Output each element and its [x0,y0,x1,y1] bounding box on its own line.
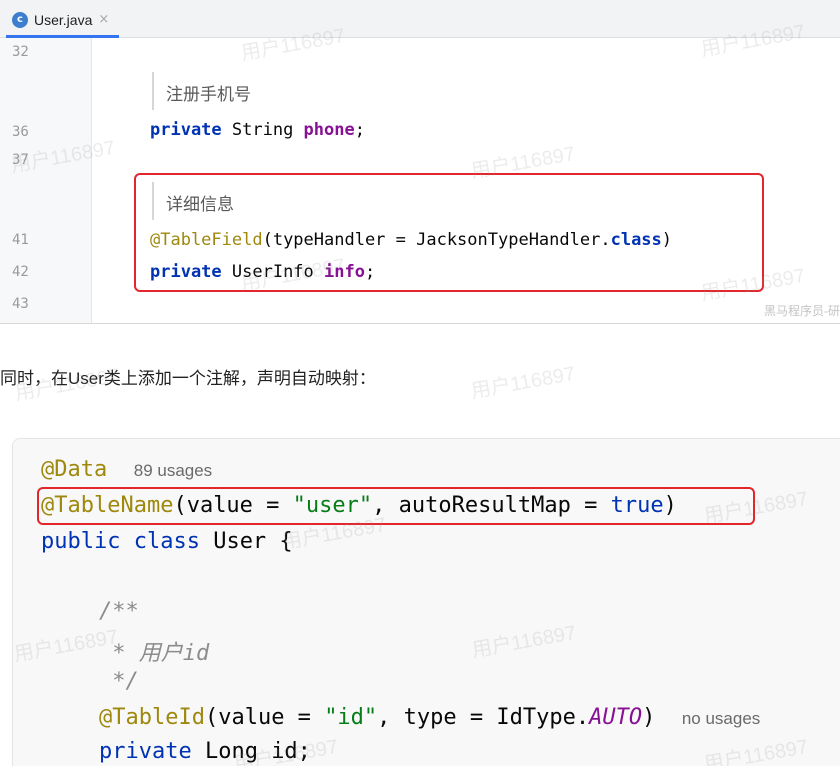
tab-label: User.java [34,11,93,28]
keyword: class [610,230,662,250]
code-line-tablefield: @TableField(typeHandler = JacksonTypeHan… [150,230,672,250]
field-name: phone [303,120,355,140]
keyword: private [99,739,192,764]
code-line-class: public class User { [41,529,293,554]
top-code-editor: c User.java × 32 36 37 41 42 43 注册手机号 pr… [0,0,840,324]
keyword: true [610,493,664,518]
annotation: @TableId [99,705,205,730]
annotation: @TableName [41,493,174,518]
bottom-code-block: @Data 89 usages @TableName(value = "user… [12,438,840,766]
class-declaration: User { [199,529,293,554]
code-line-tableid: @TableId(value = "id", type = IdType.AUT… [99,705,760,730]
usage-hint[interactable]: 89 usages [134,461,212,480]
watermark: 用户116897 [469,362,577,403]
annotation-close: ) [642,705,656,730]
annotation: @TableField [150,230,263,250]
watermark: 用户116897 [702,735,810,766]
line-number: 32 [12,44,29,60]
annotation-args: (typeHandler = JacksonTypeHandler. [262,230,611,250]
doc-comment-phone: 注册手机号 [166,85,251,104]
enum-constant: AUTO [589,705,643,730]
line-number: 42 [12,264,29,280]
annotation-args: (value = [173,493,293,518]
tab-user-java[interactable]: c User.java × [6,4,120,38]
watermark: 用户116897 [232,735,340,766]
keyword: public class [41,529,200,554]
comment-close: */ [99,669,139,694]
doc-comment-info: 详细信息 [166,195,234,214]
line-number: 43 [12,296,29,312]
doc-comment-bar [152,72,154,110]
keyword: private [150,120,222,140]
doc-comment-bar [152,182,154,220]
java-class-icon: c [12,11,28,28]
close-icon[interactable]: × [98,12,109,27]
code-line-data: @Data 89 usages [41,457,212,482]
annotation-args: (value = [204,705,325,730]
type-name: String [221,120,304,140]
watermark: 用户116897 [470,621,578,662]
semicolon: ; [364,262,376,282]
string-literal: "id" [324,705,378,730]
annotation-close: ) [663,493,677,518]
line-number-gutter: 32 36 37 41 42 43 [0,38,92,323]
annotation-args: , type = IdType. [377,705,590,730]
usage-hint[interactable]: no usages [682,709,760,728]
line-number: 41 [12,232,29,248]
semicolon: ; [354,120,365,140]
keyword: private [150,262,222,282]
annotation: @Data [41,457,108,482]
annotation-args: , autoResultMap = [372,493,611,518]
comment-open: /** [99,599,139,624]
corner-watermark: 黑马程序员-研 [764,304,840,318]
line-number: 36 [12,124,29,140]
code-line-phone: private String phone; [150,120,365,140]
annotation-close: ) [661,230,673,250]
